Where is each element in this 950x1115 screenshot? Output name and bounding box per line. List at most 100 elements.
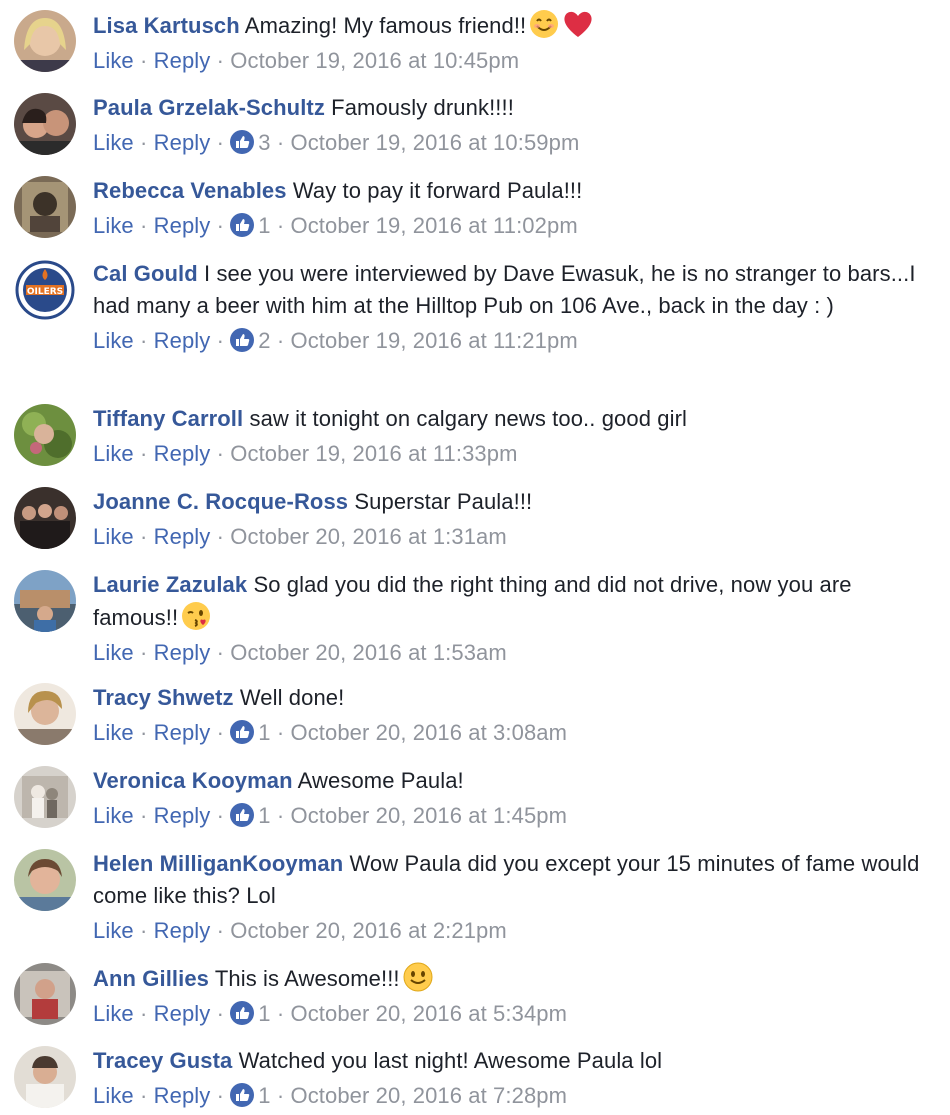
comment-timestamp[interactable]: October 20, 2016 at 1:31am [230, 524, 507, 549]
comment-timestamp[interactable]: October 19, 2016 at 11:21pm [290, 328, 577, 353]
thumbs-up-icon[interactable] [230, 803, 255, 827]
like-link[interactable]: Like [93, 130, 134, 155]
thumbs-up-icon[interactable] [230, 328, 255, 352]
comment-timestamp[interactable]: October 20, 2016 at 1:53am [230, 640, 507, 665]
like-count[interactable]: 2 [258, 328, 270, 353]
comment-actions: Like · Reply · 1 · October 20, 2016 at 5… [93, 998, 930, 1030]
reply-link[interactable]: Reply [154, 1001, 211, 1026]
comment-author-link[interactable]: Rebecca Venables [93, 178, 287, 203]
reply-link[interactable]: Reply [154, 1083, 211, 1108]
comment-timestamp[interactable]: October 20, 2016 at 5:34pm [290, 1001, 567, 1026]
reply-link[interactable]: Reply [154, 130, 211, 155]
separator-dot: · [216, 640, 225, 665]
avatar[interactable] [14, 1046, 76, 1108]
avatar[interactable] [14, 849, 76, 911]
like-link[interactable]: Like [93, 213, 134, 238]
comment-timestamp[interactable]: October 19, 2016 at 10:45pm [230, 48, 519, 73]
comment-text: Way to pay it forward Paula!!! [292, 178, 583, 203]
comment-content: Tiffany Carroll saw it tonight on calgar… [93, 403, 930, 435]
reply-link[interactable]: Reply [154, 213, 211, 238]
avatar[interactable] [14, 766, 76, 828]
avatar[interactable] [14, 176, 76, 238]
comment-timestamp[interactable]: October 20, 2016 at 7:28pm [290, 1083, 567, 1108]
separator-dot: · [276, 130, 285, 155]
comment-author-link[interactable]: Ann Gillies [93, 966, 209, 991]
comment-author-link[interactable]: Paula Grzelak-Schultz [93, 95, 325, 120]
comment-content: Cal Gould I see you were interviewed by … [93, 258, 930, 322]
separator-dot: · [139, 524, 148, 549]
comment-actions: Like · Reply · October 20, 2016 at 1:53a… [93, 637, 930, 669]
comment-text: Superstar Paula!!! [354, 489, 533, 514]
reply-link[interactable]: Reply [154, 441, 211, 466]
comment-timestamp[interactable]: October 19, 2016 at 10:59pm [290, 130, 579, 155]
comment-author-link[interactable]: Tracy Shwetz [93, 685, 234, 710]
comment-body: Veronica Kooyman Awesome Paula! Like · Re… [93, 765, 930, 832]
like-link[interactable]: Like [93, 48, 134, 73]
like-count[interactable]: 1 [258, 803, 270, 828]
thumbs-up-icon[interactable] [230, 130, 255, 154]
avatar[interactable] [14, 404, 76, 466]
comment-body: Rebecca Venables Way to pay it forward P… [93, 175, 930, 242]
comment-author-link[interactable]: Lisa Kartusch [93, 13, 240, 38]
thumbs-up-icon[interactable] [230, 213, 255, 237]
comment-text: Famously drunk!!!! [331, 95, 514, 120]
like-link[interactable]: Like [93, 640, 134, 665]
avatar[interactable] [14, 570, 76, 632]
comment-author-link[interactable]: Veronica Kooyman [93, 768, 293, 793]
comment-actions: Like · Reply · 1 · October 20, 2016 at 7… [93, 1080, 930, 1112]
comment-author-link[interactable]: Laurie Zazulak [93, 572, 247, 597]
separator-dot: · [216, 803, 225, 828]
comment-text: Amazing! My famous friend!! [244, 13, 527, 38]
like-link[interactable]: Like [93, 1083, 134, 1108]
comment-timestamp[interactable]: October 20, 2016 at 1:45pm [290, 803, 567, 828]
comment-actions: Like · Reply · October 20, 2016 at 2:21p… [93, 915, 930, 947]
like-link[interactable]: Like [93, 1001, 134, 1026]
like-count[interactable]: 1 [258, 213, 270, 238]
separator-dot: · [139, 918, 148, 943]
comment-content: Paula Grzelak-Schultz Famously drunk!!!! [93, 92, 930, 124]
comment-text: I see you were interviewed by Dave Ewasu… [93, 261, 916, 318]
reply-link[interactable]: Reply [154, 803, 211, 828]
thumbs-up-icon[interactable] [230, 720, 255, 744]
thumbs-up-icon[interactable] [230, 1083, 255, 1107]
comment-timestamp[interactable]: October 20, 2016 at 2:21pm [230, 918, 507, 943]
avatar[interactable]: OILERS [14, 259, 76, 321]
like-count[interactable]: 3 [258, 130, 270, 155]
reply-link[interactable]: Reply [154, 720, 211, 745]
reply-link[interactable]: Reply [154, 328, 211, 353]
avatar[interactable] [14, 93, 76, 155]
like-count[interactable]: 1 [258, 720, 270, 745]
separator-dot: · [139, 441, 148, 466]
comment-author-link[interactable]: Helen MilliganKooyman [93, 851, 343, 876]
separator-dot: · [216, 213, 225, 238]
like-link[interactable]: Like [93, 441, 134, 466]
like-link[interactable]: Like [93, 918, 134, 943]
like-count[interactable]: 1 [258, 1083, 270, 1108]
like-link[interactable]: Like [93, 524, 134, 549]
comment-author-link[interactable]: Tracey Gusta [93, 1048, 232, 1073]
avatar[interactable] [14, 963, 76, 1025]
comment-content: Rebecca Venables Way to pay it forward P… [93, 175, 930, 207]
separator-dot: · [276, 1083, 285, 1108]
avatar[interactable] [14, 487, 76, 549]
like-link[interactable]: Like [93, 720, 134, 745]
like-link[interactable]: Like [93, 328, 134, 353]
reply-link[interactable]: Reply [154, 524, 211, 549]
comment-content: Laurie Zazulak So glad you did the right… [93, 569, 930, 634]
comment-timestamp[interactable]: October 19, 2016 at 11:33pm [230, 441, 517, 466]
thumbs-up-icon[interactable] [230, 1001, 255, 1025]
like-count[interactable]: 1 [258, 1001, 270, 1026]
comment-author-link[interactable]: Tiffany Carroll [93, 406, 243, 431]
comment-author-link[interactable]: Joanne C. Rocque-Ross [93, 489, 348, 514]
like-link[interactable]: Like [93, 803, 134, 828]
comment-author-link[interactable]: Cal Gould [93, 261, 198, 286]
comment-content: Veronica Kooyman Awesome Paula! [93, 765, 930, 797]
comment-actions: Like · Reply · October 19, 2016 at 11:33… [93, 438, 930, 470]
avatar[interactable] [14, 683, 76, 745]
reply-link[interactable]: Reply [154, 48, 211, 73]
reply-link[interactable]: Reply [154, 918, 211, 943]
comment-timestamp[interactable]: October 19, 2016 at 11:02pm [290, 213, 577, 238]
comment-timestamp[interactable]: October 20, 2016 at 3:08am [290, 720, 567, 745]
reply-link[interactable]: Reply [154, 640, 211, 665]
avatar[interactable] [14, 10, 76, 72]
